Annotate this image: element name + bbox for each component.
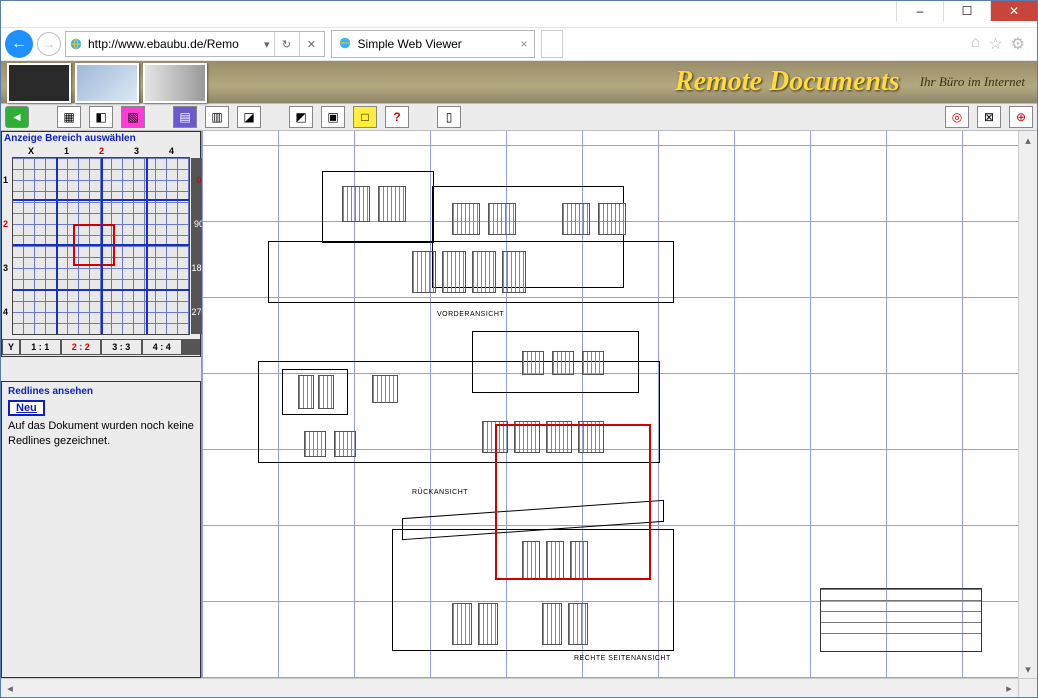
- toolbar-button[interactable]: ▥: [205, 106, 229, 128]
- toolbar-button[interactable]: ▯: [437, 106, 461, 128]
- toolbar-button[interactable]: ▤: [173, 106, 197, 128]
- favorites-icon[interactable]: ☆: [988, 34, 1002, 54]
- label-back: RÜCKANSICHT: [412, 489, 468, 496]
- arrow-left-icon: ←: [11, 35, 27, 53]
- new-tab-button[interactable]: [541, 30, 563, 58]
- refresh-button[interactable]: ↻: [274, 32, 299, 56]
- scroll-down-icon[interactable]: ▾: [1019, 660, 1037, 678]
- toolbar-zoom-button[interactable]: ⊕: [1009, 106, 1033, 128]
- toolbar-button[interactable]: ▧: [121, 106, 145, 128]
- toolbar-button[interactable]: □: [353, 106, 377, 128]
- tab-title: Simple Web Viewer: [358, 37, 462, 51]
- ie-icon: [338, 36, 352, 53]
- document-viewer[interactable]: VORDERANSICHT RÜCKANSICHT: [202, 131, 1018, 678]
- toolbar-button[interactable]: ▣: [321, 106, 345, 128]
- scroll-up-icon[interactable]: ▴: [1019, 131, 1037, 149]
- banner-thumb: [143, 63, 207, 103]
- toolbar-button[interactable]: ◧: [89, 106, 113, 128]
- ratio-selector[interactable]: Y 1 : 1 2 : 2 3 : 3 4 : 4: [2, 339, 200, 355]
- toolbar-zoom-button[interactable]: ◎: [945, 106, 969, 128]
- close-button[interactable]: ✕: [990, 1, 1037, 21]
- redlines-title: Redlines ansehen: [8, 386, 194, 397]
- settings-icon[interactable]: ⚙: [1011, 34, 1025, 54]
- ratio-option[interactable]: 1 : 1: [20, 339, 61, 355]
- back-button[interactable]: ←: [5, 30, 33, 58]
- app-banner: Remote Documents Ihr Büro im Internet: [1, 61, 1037, 103]
- navigator-title: Anzeige Bereich auswählen: [2, 132, 200, 145]
- toolbar-button[interactable]: ▦: [57, 106, 81, 128]
- cad-drawing: VORDERANSICHT RÜCKANSICHT: [202, 131, 1018, 678]
- stop-button[interactable]: ✕: [299, 32, 324, 56]
- navigator-viewbox[interactable]: [73, 224, 115, 266]
- redlines-panel: Redlines ansehen Neu Auf das Dokument wu…: [1, 381, 201, 678]
- browser-tab[interactable]: Simple Web Viewer ×: [331, 30, 535, 58]
- ie-icon: [66, 37, 86, 51]
- url-input[interactable]: [86, 37, 260, 51]
- label-front: VORDERANSICHT: [437, 311, 504, 318]
- banner-thumb: [7, 63, 71, 103]
- ratio-option[interactable]: 3 : 3: [101, 339, 142, 355]
- title-block: [820, 588, 982, 652]
- minimize-button[interactable]: –: [896, 1, 943, 21]
- banner-thumb: [75, 63, 139, 103]
- browser-navbar: ← → ▾ ↻ ✕ Simple Web Viewer × ⌂ ☆ ⚙: [1, 27, 1037, 61]
- ratio-option[interactable]: 4 : 4: [142, 339, 183, 355]
- url-dropdown-icon[interactable]: ▾: [260, 38, 274, 51]
- arrow-right-icon: →: [43, 37, 55, 51]
- redlines-text: Auf das Dokument wurden noch keine Redli…: [8, 419, 194, 449]
- redlines-new-button[interactable]: Neu: [8, 400, 45, 416]
- toolbar-back-button[interactable]: ◄: [5, 106, 29, 128]
- banner-subtitle: Ihr Büro im Internet: [920, 74, 1025, 90]
- label-right: RECHTE SEITENANSICHT: [574, 655, 671, 662]
- ratio-option[interactable]: 2 : 2: [61, 339, 102, 355]
- navigator-rows: 1 2 3 4: [3, 158, 8, 334]
- viewer-selection-box[interactable]: [495, 424, 651, 580]
- address-bar[interactable]: ▾ ↻ ✕: [65, 31, 325, 57]
- banner-title: Remote Documents: [675, 66, 900, 98]
- scroll-right-icon[interactable]: ▸: [1000, 679, 1018, 697]
- scroll-left-icon[interactable]: ◂: [1, 679, 19, 697]
- horizontal-scrollbar[interactable]: ◂ ▸: [1, 678, 1037, 697]
- window-titlebar: – ☐ ✕: [1, 1, 1037, 27]
- toolbar-button[interactable]: ◩: [289, 106, 313, 128]
- navigator-cols: X 1 2 3 4: [13, 146, 189, 156]
- tab-close-icon[interactable]: ×: [521, 37, 528, 51]
- toolbar-button[interactable]: ◪: [237, 106, 261, 128]
- forward-button[interactable]: →: [37, 32, 61, 56]
- toolbar-help-button[interactable]: ?: [385, 106, 409, 128]
- maximize-button[interactable]: ☐: [943, 1, 990, 21]
- vertical-scrollbar[interactable]: ▴ ▾: [1018, 131, 1037, 678]
- toolbar-zoom-button[interactable]: ⊠: [977, 106, 1001, 128]
- home-icon[interactable]: ⌂: [971, 34, 981, 54]
- navigator-grid[interactable]: 0 90 180 270 X 1 2 3 4: [12, 157, 190, 335]
- navigator-panel: Anzeige Bereich auswählen 0 90 180 270 X…: [1, 131, 201, 357]
- sidebar: Anzeige Bereich auswählen 0 90 180 270 X…: [1, 131, 202, 678]
- app-toolbar: ◄ ▦ ◧ ▧ ▤ ▥ ◪ ◩ ▣ □ ? ▯ ◎ ⊠ ⊕: [1, 103, 1037, 131]
